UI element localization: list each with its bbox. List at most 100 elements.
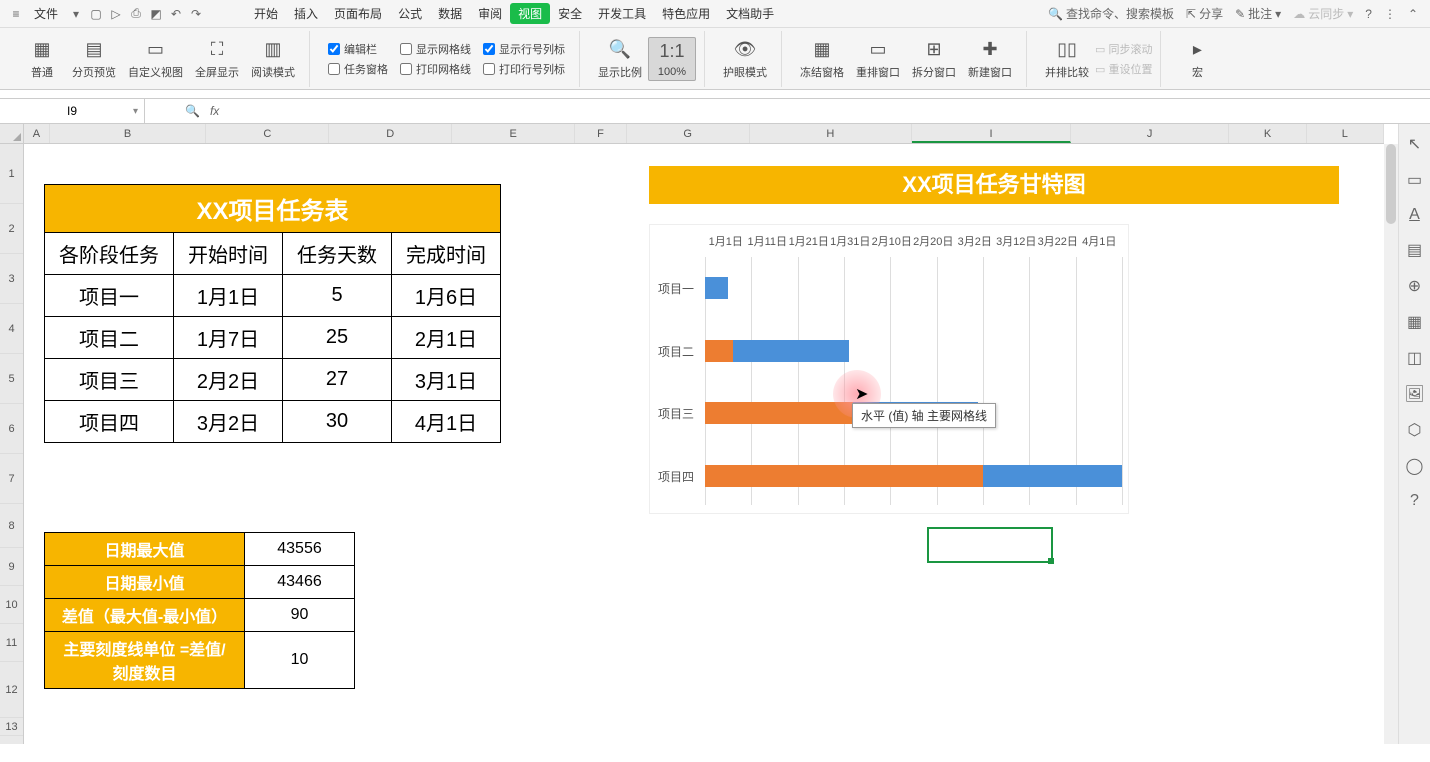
table-cell[interactable]: 项目一 [45, 275, 174, 317]
col-header-F[interactable]: F [575, 124, 627, 143]
zoom-100[interactable]: 1:1100% [648, 37, 696, 81]
menu-file[interactable]: 文件 [26, 5, 66, 22]
col-header-A[interactable]: A [24, 124, 50, 143]
gantt-bar-offset[interactable] [705, 402, 853, 424]
col-header-H[interactable]: H [750, 124, 913, 143]
gantt-bar-duration[interactable] [733, 340, 849, 362]
view-pagebreak[interactable]: ▤分页预览 [66, 36, 122, 82]
stats-value[interactable]: 90 [245, 599, 355, 632]
freeze-panes[interactable]: ▦冻结窗格 [794, 36, 850, 82]
tab-security[interactable]: 安全 [550, 5, 590, 22]
gantt-bar-duration[interactable] [983, 465, 1122, 487]
row-header-12[interactable]: 12 [0, 662, 23, 718]
side-table-icon[interactable]: ▦ [1407, 312, 1422, 332]
side-cursor-icon[interactable]: ↖ [1408, 134, 1421, 154]
tab-insert[interactable]: 插入 [286, 5, 326, 22]
split-win[interactable]: ⊞拆分窗口 [906, 36, 962, 82]
tab-dev[interactable]: 开发工具 [590, 5, 654, 22]
scrollbar-thumb[interactable] [1386, 144, 1396, 224]
tab-dochelper[interactable]: 文档助手 [718, 5, 782, 22]
tab-layout[interactable]: 页面布局 [326, 5, 390, 22]
table-cell[interactable]: 1月6日 [392, 275, 501, 317]
stats-value[interactable]: 43466 [245, 566, 355, 599]
share-button[interactable]: ⇱分享 [1180, 5, 1229, 22]
table-cell[interactable]: 项目二 [45, 317, 174, 359]
tab-data[interactable]: 数据 [430, 5, 470, 22]
rearrange-win[interactable]: ▭重排窗口 [850, 36, 906, 82]
row-header-4[interactable]: 4 [0, 304, 23, 354]
icon-preview[interactable]: ◩ [146, 7, 166, 21]
side-image-icon[interactable]: 🖼 [1404, 384, 1424, 404]
chk-rowcol[interactable]: 显示行号列标 [483, 41, 565, 57]
table-cell[interactable]: 2月2日 [174, 359, 283, 401]
tab-start[interactable]: 开始 [246, 5, 286, 22]
table-cell[interactable]: 项目三 [45, 359, 174, 401]
chk-editbar[interactable]: 编辑栏 [328, 41, 388, 57]
table-cell[interactable]: 27 [283, 359, 392, 401]
gantt-bar-offset[interactable] [705, 340, 733, 362]
row-header-6[interactable]: 6 [0, 404, 23, 454]
tab-special[interactable]: 特色应用 [654, 5, 718, 22]
table-cell[interactable]: 4月1日 [392, 401, 501, 443]
search-box[interactable]: 🔍查找命令、搜索模板 [1042, 5, 1180, 22]
more-button[interactable]: ⋮ [1378, 7, 1402, 21]
row-header-7[interactable]: 7 [0, 454, 23, 504]
row-header-8[interactable]: 8 [0, 504, 23, 548]
side-tabs-icon[interactable]: ▤ [1407, 240, 1422, 260]
side-plus-icon[interactable]: ⊕ [1408, 276, 1421, 296]
gantt-gridline[interactable] [1122, 257, 1123, 505]
col-header-E[interactable]: E [452, 124, 575, 143]
table-cell[interactable]: 1月1日 [174, 275, 283, 317]
zoom-ratio[interactable]: 🔍显示比例 [592, 36, 648, 82]
row-header-5[interactable]: 5 [0, 354, 23, 404]
side-layers-icon[interactable]: ◫ [1407, 348, 1422, 368]
row-header-3[interactable]: 3 [0, 254, 23, 304]
col-header-B[interactable]: B [50, 124, 207, 143]
side-board-icon[interactable]: ▭ [1407, 170, 1422, 190]
side-font-icon[interactable]: A [1409, 206, 1420, 224]
gantt-bar-offset[interactable] [705, 465, 983, 487]
col-header-K[interactable]: K [1229, 124, 1306, 143]
gantt-chart[interactable]: 1月1日1月11日1月21日1月31日2月10日2月20日3月2日3月12日3月… [649, 224, 1129, 514]
row-header-13[interactable]: 13 [0, 718, 23, 736]
table-cell[interactable]: 3月1日 [392, 359, 501, 401]
side-ring-icon[interactable]: ◯ [1406, 456, 1424, 476]
app-menu-icon[interactable]: ≡ [6, 7, 26, 21]
view-normal[interactable]: ▦普通 [18, 36, 66, 82]
fx-label[interactable]: fx [210, 104, 219, 118]
row-header-10[interactable]: 10 [0, 586, 23, 624]
grid-body[interactable]: XX项目任务表 各阶段任务开始时间任务天数完成时间 项目一1月1日51月6日项目… [24, 144, 1398, 744]
row-header-2[interactable]: 2 [0, 204, 23, 254]
col-header-J[interactable]: J [1071, 124, 1230, 143]
chk-gridlines[interactable]: 显示网格线 [400, 41, 471, 57]
col-header-D[interactable]: D [329, 124, 452, 143]
side-shield-icon[interactable]: ⬡ [1408, 420, 1422, 440]
side-help-icon[interactable]: ? [1410, 492, 1419, 510]
chk-taskpane[interactable]: 任务窗格 [328, 61, 388, 77]
icon-open[interactable]: ▷ [106, 7, 126, 21]
icon-print[interactable]: ⎙ [126, 6, 146, 21]
icon-undo[interactable]: ↶ [166, 7, 186, 21]
col-header-L[interactable]: L [1307, 124, 1384, 143]
select-all-corner[interactable] [0, 124, 24, 144]
row-header-11[interactable]: 11 [0, 624, 23, 662]
icon-new[interactable]: ▢ [86, 7, 106, 21]
side-by-side[interactable]: ▯▯并排比较 [1039, 36, 1095, 82]
name-box[interactable] [0, 99, 145, 123]
tab-review[interactable]: 审阅 [470, 5, 510, 22]
fx-search-icon[interactable]: 🔍 [185, 104, 200, 118]
tab-view[interactable]: 视图 [510, 3, 550, 24]
vertical-scrollbar[interactable] [1384, 144, 1398, 744]
expand-button[interactable]: ⌃ [1402, 7, 1424, 21]
help-button[interactable]: ? [1359, 7, 1378, 21]
row-header-1[interactable]: 1 [0, 144, 23, 204]
stats-value[interactable]: 43556 [245, 533, 355, 566]
table-cell[interactable]: 5 [283, 275, 392, 317]
table-cell[interactable]: 1月7日 [174, 317, 283, 359]
col-header-C[interactable]: C [206, 124, 329, 143]
cloud-sync-button[interactable]: ☁云同步▾ [1287, 5, 1359, 22]
row-header-9[interactable]: 9 [0, 548, 23, 586]
formula-input[interactable] [229, 104, 1379, 118]
stats-value[interactable]: 10 [245, 632, 355, 689]
chk-printgrid[interactable]: 打印网格线 [400, 61, 471, 77]
